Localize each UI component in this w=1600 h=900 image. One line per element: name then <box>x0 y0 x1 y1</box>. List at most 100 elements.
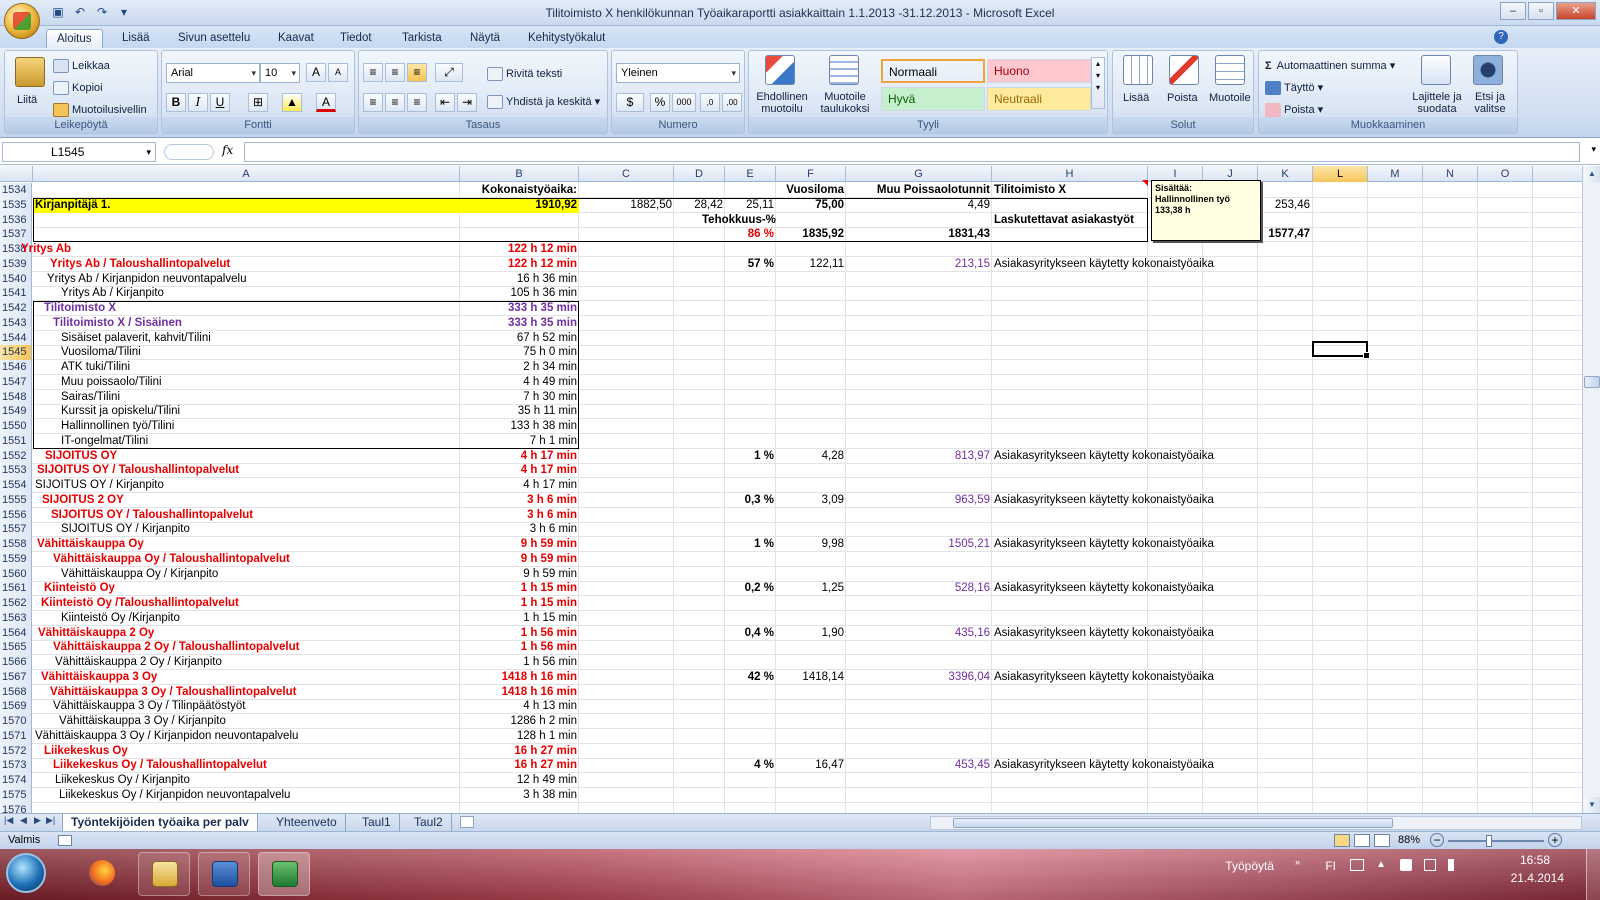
column-header[interactable]: N <box>1423 166 1478 182</box>
row-header[interactable]: 1573 <box>0 758 32 774</box>
row-header[interactable]: 1566 <box>0 655 32 670</box>
style-good[interactable]: Hyvä <box>881 87 985 111</box>
number-format-dropdown[interactable]: Yleinen <box>616 63 740 83</box>
cell-b[interactable]: 333 h 35 min <box>460 301 579 316</box>
cell-a[interactable]: Kirjanpitäjä 1. <box>33 198 112 213</box>
grow-font-button[interactable]: A <box>306 63 326 82</box>
cell-b[interactable]: 1286 h 2 min <box>460 714 579 729</box>
cell-f[interactable]: 4,28 <box>776 449 846 464</box>
macro-record-icon[interactable] <box>58 835 72 846</box>
show-hidden-icons-icon[interactable]: ▲ <box>1376 859 1386 870</box>
cell-h[interactable]: Asiakasyritykseen käytetty kokonaistyöai… <box>992 493 1216 508</box>
row-header[interactable]: 1540 <box>0 271 32 287</box>
autosum-button[interactable]: Σ Automaattinen summa ▾ <box>1265 59 1395 73</box>
cell-b[interactable]: 9 h 59 min <box>460 537 579 552</box>
row-header[interactable]: 1536 <box>0 212 32 228</box>
column-header[interactable]: G <box>846 166 992 182</box>
shrink-font-button[interactable]: A <box>328 63 348 82</box>
align-bottom-button[interactable]: ≡ <box>407 63 427 82</box>
select-all-corner[interactable] <box>0 166 33 182</box>
row-header[interactable]: 1550 <box>0 419 32 434</box>
next-sheet-icon[interactable]: ▶ <box>34 815 41 826</box>
cell-g[interactable]: 213,15 <box>846 257 992 272</box>
cell-h[interactable]: Tilitoimisto X <box>992 183 1068 198</box>
cell-b[interactable]: 4 h 17 min <box>460 478 579 493</box>
cell-a[interactable]: Vähittäiskauppa 2 Oy <box>36 626 156 641</box>
cell-g[interactable]: 435,16 <box>846 626 992 641</box>
cell-h[interactable]: Asiakasyritykseen käytetty kokonaistyöai… <box>992 758 1216 773</box>
maximize-button[interactable]: ▫ <box>1528 2 1554 20</box>
zoom-level[interactable]: 88% <box>1398 834 1420 846</box>
scroll-up-icon[interactable]: ▲ <box>1584 166 1600 182</box>
cell-b[interactable]: 4 h 17 min <box>460 449 579 464</box>
cell-f[interactable]: 16,47 <box>776 758 846 773</box>
cell-f[interactable]: Vuosiloma <box>776 183 846 198</box>
cell-a[interactable]: Liikekeskus Oy / Kirjanpidon neuvontapal… <box>57 788 292 803</box>
desktop-toolbar[interactable]: Työpöytä <box>1225 859 1274 873</box>
copy-button[interactable]: Kopioi <box>53 81 103 96</box>
cell-b[interactable]: 122 h 12 min <box>460 242 579 257</box>
format-cells-button[interactable]: Muotoile <box>1209 91 1251 105</box>
network-icon[interactable] <box>1424 859 1436 871</box>
last-sheet-icon[interactable]: ▶| <box>46 815 55 826</box>
row-header[interactable]: 1535 <box>0 197 32 213</box>
cell-a[interactable]: Kiinteistö Oy /Taloushallintopalvelut <box>39 596 241 611</box>
font-name-dropdown[interactable]: Arial <box>166 63 260 83</box>
row-header[interactable]: 1545 <box>0 345 32 361</box>
row-header[interactable]: 1544 <box>0 330 32 346</box>
row-header[interactable]: 1552 <box>0 448 32 464</box>
tab-nayta[interactable]: Näytä <box>460 29 510 48</box>
styles-scroll[interactable]: ▴ ▾ ▾ <box>1091 57 1105 109</box>
cell-a[interactable]: Tilitoimisto X <box>42 301 118 316</box>
italic-button[interactable]: I <box>188 93 208 112</box>
cell-b[interactable]: 1 h 56 min <box>460 640 579 655</box>
column-header[interactable]: D <box>674 166 725 182</box>
column-header[interactable]: A <box>33 166 460 182</box>
insert-cells-button[interactable]: Lisää <box>1123 91 1149 105</box>
cell-a[interactable]: IT-ongelmat/Tilini <box>59 434 150 449</box>
cell-h[interactable]: Asiakasyritykseen käytetty kokonaistyöai… <box>992 581 1216 596</box>
fill-color-button[interactable]: ▲ <box>282 93 302 112</box>
cell-b[interactable]: 35 h 11 min <box>460 404 579 419</box>
cell-b[interactable]: 3 h 6 min <box>460 493 579 508</box>
cell-a[interactable]: Yritys Ab / Kirjanpito <box>59 286 166 301</box>
cell-a[interactable]: SIJOITUS OY <box>43 449 119 464</box>
row-header[interactable]: 1562 <box>0 596 32 611</box>
style-normal[interactable]: Normaali <box>881 59 985 83</box>
percent-button[interactable]: % <box>650 93 670 112</box>
row-header[interactable]: 1557 <box>0 522 32 538</box>
cell-a[interactable]: Kiinteistö Oy <box>42 581 117 596</box>
borders-button[interactable]: ⊞ <box>248 93 268 112</box>
cell-a[interactable]: SIJOITUS OY / Taloushallintopalvelut <box>35 463 241 478</box>
align-left-button[interactable]: ≡ <box>363 93 383 112</box>
scroll-down-icon[interactable]: ▼ <box>1584 797 1600 813</box>
row-header[interactable]: 1575 <box>0 787 32 803</box>
first-sheet-icon[interactable]: |◀ <box>4 815 13 826</box>
cell-b[interactable]: 16 h 36 min <box>460 272 579 287</box>
cell-b[interactable]: 4 h 13 min <box>460 699 579 714</box>
cell-a[interactable]: Liikekeskus Oy / Taloushallintopalvelut <box>51 758 269 773</box>
cell-h[interactable]: Laskutettavat asiakastyöt <box>992 213 1136 228</box>
cell-b[interactable]: 3 h 38 min <box>460 788 579 803</box>
orientation-button[interactable]: ⤢ <box>435 63 463 82</box>
format-table-button[interactable]: Muotoile taulukoksi <box>815 91 875 115</box>
column-header[interactable]: M <box>1368 166 1423 182</box>
name-box[interactable]: L1545 <box>2 142 156 162</box>
conditional-format-button[interactable]: Ehdollinen muotoilu <box>753 91 811 115</box>
tray-expand-icon[interactable]: » <box>1295 857 1300 867</box>
row-header[interactable]: 1559 <box>0 551 32 567</box>
row-header[interactable]: 1571 <box>0 728 32 744</box>
decrease-decimal-button[interactable]: ,00 <box>722 93 742 112</box>
row-header[interactable]: 1541 <box>0 286 32 302</box>
column-header[interactable]: C <box>579 166 674 182</box>
cell-b[interactable]: 1 h 56 min <box>460 626 579 641</box>
cell-b[interactable]: 128 h 1 min <box>460 729 579 744</box>
font-color-button[interactable]: A <box>316 93 336 112</box>
column-header[interactable]: L <box>1313 166 1368 182</box>
font-size-dropdown[interactable]: 10 <box>260 63 300 83</box>
cell-b[interactable]: 16 h 27 min <box>460 758 579 773</box>
paste-button[interactable]: Liitä <box>17 93 37 107</box>
row-header[interactable]: 1576 <box>0 802 32 813</box>
cell-b[interactable]: 1 h 15 min <box>460 611 579 626</box>
scroll-thumb[interactable] <box>1584 376 1600 388</box>
